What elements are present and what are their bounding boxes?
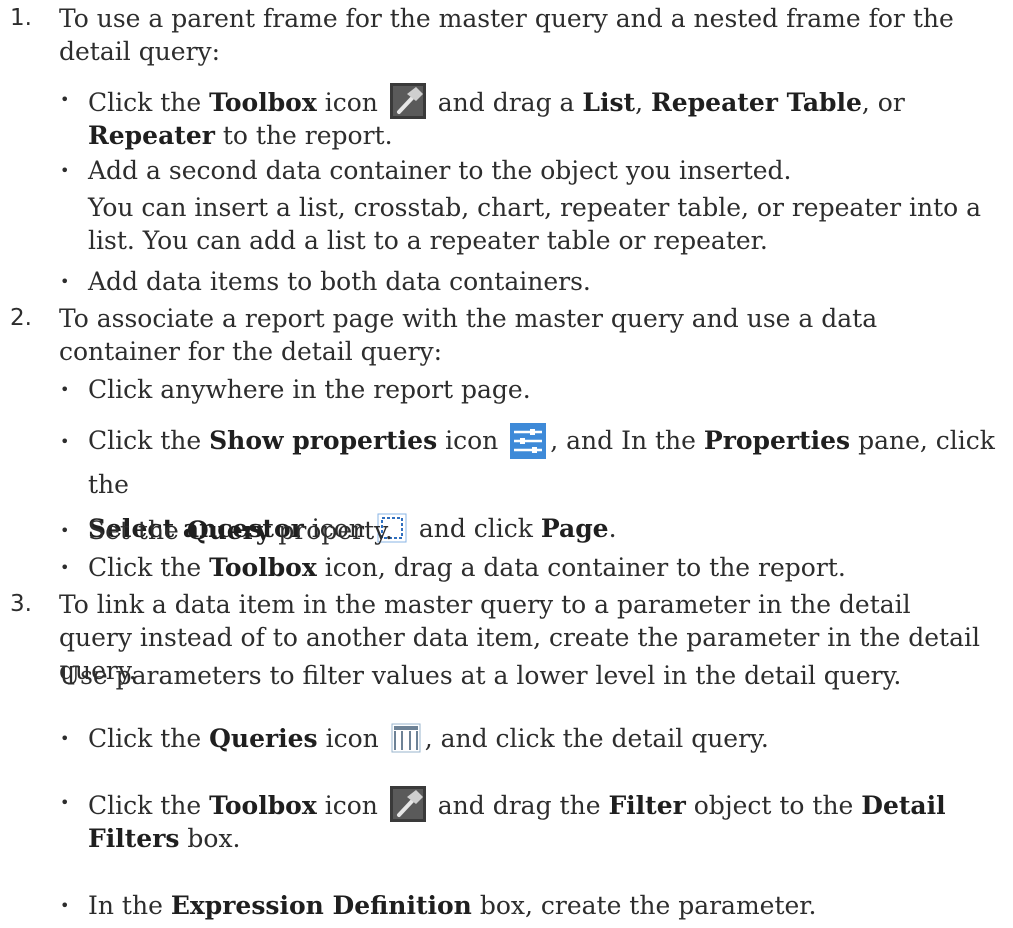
hammer-icon [389, 83, 426, 119]
note-text: Use parameters to filter values at a low… [59, 661, 902, 690]
note-text: You can insert a list, crosstab, chart, … [88, 193, 982, 255]
columns-icon [391, 723, 421, 753]
step-number: 1. [10, 5, 32, 31]
ui-term: Toolbox [209, 88, 317, 117]
step-number: 2. [10, 305, 32, 331]
sliders-icon [510, 423, 547, 459]
step-number: 3. [10, 591, 32, 617]
step-intro: To associate a report page with the mast… [59, 304, 878, 366]
bullet-glyph: • [60, 90, 70, 109]
hammer-icon [389, 786, 426, 822]
step-intro: To use a parent frame for the master que… [59, 4, 954, 66]
document-page: 1. To use a parent frame for the master … [10, 4, 995, 920]
